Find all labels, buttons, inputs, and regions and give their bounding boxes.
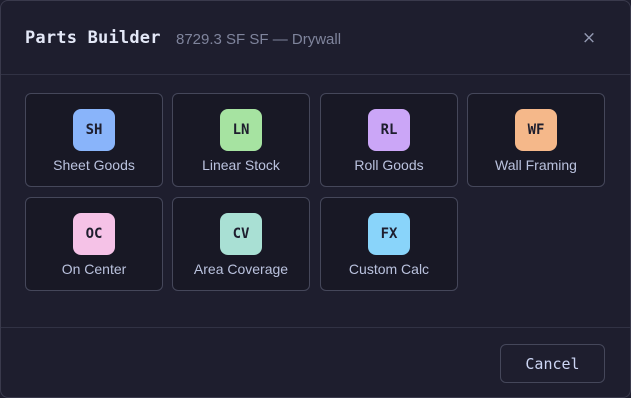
card-label: Linear Stock <box>202 157 280 173</box>
linear-stock-badge: LN <box>220 109 262 151</box>
dialog-title: Parts Builder <box>25 28 161 48</box>
parts-builder-dialog: Parts Builder 8729.3 SF SF — Drywall × S… <box>0 0 631 398</box>
card-label: Roll Goods <box>354 157 424 173</box>
card-on-center[interactable]: OC On Center <box>25 197 163 291</box>
card-wall-framing[interactable]: WF Wall Framing <box>467 93 605 187</box>
roll-goods-badge: RL <box>368 109 410 151</box>
card-label: Area Coverage <box>193 261 289 277</box>
area-coverage-badge: CV <box>220 213 262 255</box>
card-sheet-goods[interactable]: SH Sheet Goods <box>25 93 163 187</box>
card-label: Custom Calc <box>348 261 430 277</box>
part-type-grid: SH Sheet Goods LN Linear Stock RL Roll G… <box>1 76 630 328</box>
card-label: On Center <box>61 261 127 277</box>
custom-calc-badge: FX <box>368 213 410 255</box>
card-custom-calc[interactable]: FX Custom Calc <box>320 197 458 291</box>
sheet-goods-badge: SH <box>73 109 115 151</box>
close-icon[interactable]: × <box>579 27 599 49</box>
card-roll-goods[interactable]: RL Roll Goods <box>320 93 458 187</box>
cancel-button[interactable]: Cancel <box>500 344 605 383</box>
dialog-subtitle: 8729.3 SF SF — Drywall <box>176 31 342 48</box>
card-linear-stock[interactable]: LN Linear Stock <box>172 93 310 187</box>
card-label: Sheet Goods <box>53 157 135 173</box>
on-center-badge: OC <box>73 213 115 255</box>
card-area-coverage[interactable]: CV Area Coverage <box>172 197 310 291</box>
card-label: Wall Framing <box>495 157 577 173</box>
wall-framing-badge: WF <box>515 109 557 151</box>
dialog-footer: Cancel <box>1 327 630 397</box>
dialog-header: Parts Builder 8729.3 SF SF — Drywall × <box>1 1 630 75</box>
